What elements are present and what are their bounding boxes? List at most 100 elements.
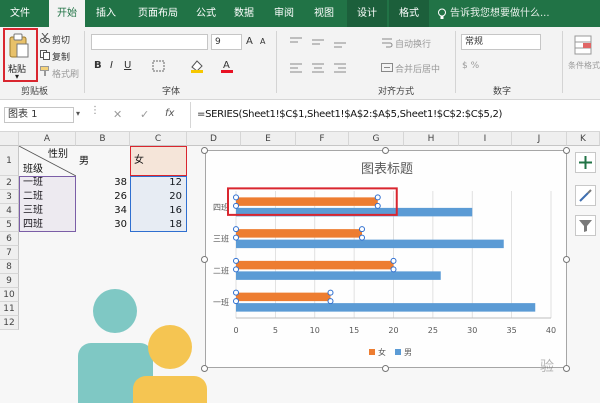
chart-resize-handle[interactable]	[201, 256, 208, 263]
chart-elements-button[interactable]	[575, 152, 596, 173]
grow-font-button[interactable]: A	[246, 36, 253, 47]
copy-button[interactable]: 复制	[52, 50, 70, 63]
col-header-c[interactable]: C	[130, 132, 187, 146]
legend-label: 男	[404, 348, 412, 357]
tab-insert[interactable]: 插入	[88, 0, 124, 27]
chart-resize-handle[interactable]	[563, 256, 570, 263]
col-header-e[interactable]: E	[241, 132, 296, 146]
accounting-format-button[interactable]: $ %	[462, 61, 479, 71]
col-header-i[interactable]: I	[459, 132, 512, 146]
row-header-4[interactable]: 4	[0, 204, 19, 218]
col-header-k[interactable]: K	[567, 132, 600, 146]
row-header-3[interactable]: 3	[0, 190, 19, 204]
chart-resize-handle[interactable]	[563, 365, 570, 372]
row-header-10[interactable]: 10	[0, 288, 19, 302]
italic-button[interactable]: I	[110, 60, 113, 71]
row-header-5[interactable]: 5	[0, 218, 19, 232]
series-values-range-highlight	[130, 176, 187, 232]
tab-view[interactable]: 视图	[306, 0, 342, 27]
col-header-h[interactable]: H	[404, 132, 459, 146]
select-all-corner[interactable]	[0, 132, 19, 146]
chart-resize-handle[interactable]	[563, 147, 570, 154]
row-header-1[interactable]: 1	[0, 146, 19, 176]
shrink-font-button[interactable]: A	[260, 37, 265, 46]
font-name-box[interactable]	[91, 34, 208, 50]
merge-center-button[interactable]: 合并后居中	[395, 62, 440, 75]
merge-center-icon	[381, 63, 393, 72]
tab-page-layout[interactable]: 页面布局	[131, 0, 185, 27]
svg-text:A: A	[223, 60, 230, 71]
separator	[455, 31, 456, 93]
lightbulb-icon	[438, 8, 446, 19]
selection-handle	[359, 234, 365, 241]
underline-button[interactable]: U	[124, 60, 131, 71]
cut-button[interactable]: 剪切	[52, 33, 70, 46]
chart-resize-handle[interactable]	[201, 365, 208, 372]
separator	[190, 102, 191, 128]
row-header-9[interactable]: 9	[0, 274, 19, 288]
male-value-cell: 34	[114, 205, 127, 216]
col-header-d[interactable]: D	[187, 132, 241, 146]
vertical-align-icons[interactable]	[288, 36, 358, 48]
cancel-edit-icon[interactable]: ✕	[113, 108, 122, 121]
bold-button[interactable]: B	[94, 60, 102, 71]
col-header-f[interactable]: F	[296, 132, 349, 146]
fill-color-icon[interactable]	[190, 59, 204, 73]
tab-formulas[interactable]: 公式	[188, 0, 224, 27]
col-header-j[interactable]: J	[512, 132, 567, 146]
number-group-label: 数字	[493, 87, 512, 97]
bar-female	[236, 197, 378, 206]
tab-data[interactable]: 数据	[226, 0, 262, 27]
chart-resize-handle[interactable]	[382, 365, 389, 372]
row-header-12[interactable]: 12	[0, 316, 19, 330]
tab-chart-format[interactable]: 格式	[389, 0, 429, 27]
tab-file[interactable]: 文件	[0, 0, 40, 27]
horizontal-align-icons[interactable]	[288, 62, 358, 74]
font-color-icon[interactable]: A	[220, 58, 234, 73]
scissors-icon	[40, 33, 50, 43]
confirm-edit-icon[interactable]: ✓	[140, 108, 149, 121]
paintbrush-icon	[579, 189, 592, 202]
chart-styles-button[interactable]	[575, 185, 596, 206]
tab-chart-design[interactable]: 设计	[347, 0, 387, 27]
formula-bar: 图表 1 ▾ ⋮ ✕ ✓ fx =SERIES(Sheet1!$C$1,Shee…	[0, 100, 600, 132]
wrap-text-icon	[382, 38, 393, 48]
wrap-text-button[interactable]: 自动换行	[395, 37, 431, 50]
chart-resize-handle[interactable]	[382, 147, 389, 154]
x-tick-label: 40	[546, 326, 556, 335]
alignment-group-label: 对齐方式	[378, 87, 415, 97]
col-header-g[interactable]: G	[349, 132, 404, 146]
number-format-box[interactable]: 常规	[461, 34, 541, 50]
row-header-7[interactable]: 7	[0, 246, 19, 260]
y-category-label: 三班	[213, 234, 229, 244]
name-box-dropdown-icon[interactable]: ▾	[76, 109, 80, 118]
x-tick-label: 10	[310, 326, 320, 335]
borders-icon[interactable]	[152, 60, 166, 72]
selection-handle	[233, 226, 239, 233]
formula-input[interactable]: =SERIES(Sheet1!$C$1,Sheet1!$A$2:$A$5,She…	[197, 109, 502, 120]
row-header-6[interactable]: 6	[0, 232, 19, 246]
tell-me-box[interactable]: 告诉我您想要做什么...	[450, 0, 550, 27]
col-header-b[interactable]: B	[76, 132, 130, 146]
row-header-2[interactable]: 2	[0, 176, 19, 190]
insert-function-icon[interactable]: fx	[165, 108, 174, 119]
col-header-a[interactable]: A	[19, 132, 76, 146]
plus-icon	[579, 156, 592, 169]
tab-review[interactable]: 审阅	[266, 0, 302, 27]
chart-area[interactable]: 图表标题 0 5 10 15 20 25 30 35 40 一班 二班 三班 四班女 男	[205, 150, 567, 368]
chart-filters-button[interactable]	[575, 215, 596, 236]
chart-resize-handle[interactable]	[201, 147, 208, 154]
copy-icon	[40, 50, 50, 60]
conditional-format-icon	[574, 35, 592, 55]
format-painter-button[interactable]: 格式刷	[52, 67, 79, 80]
tab-home[interactable]: 开始	[49, 0, 85, 27]
row-header-11[interactable]: 11	[0, 302, 19, 316]
funnel-icon	[579, 220, 592, 232]
row-header-8[interactable]: 8	[0, 260, 19, 274]
bar-male	[236, 271, 441, 280]
name-box[interactable]: 图表 1	[4, 107, 74, 123]
font-size-box[interactable]: 9	[211, 34, 242, 50]
worksheet-grid: A B C D E F G H I J K 1 2 3 4 5 6 7 8 9 …	[0, 132, 600, 403]
selection-handle	[390, 266, 397, 273]
conditional-format-button[interactable]: 条件格式	[568, 60, 600, 71]
